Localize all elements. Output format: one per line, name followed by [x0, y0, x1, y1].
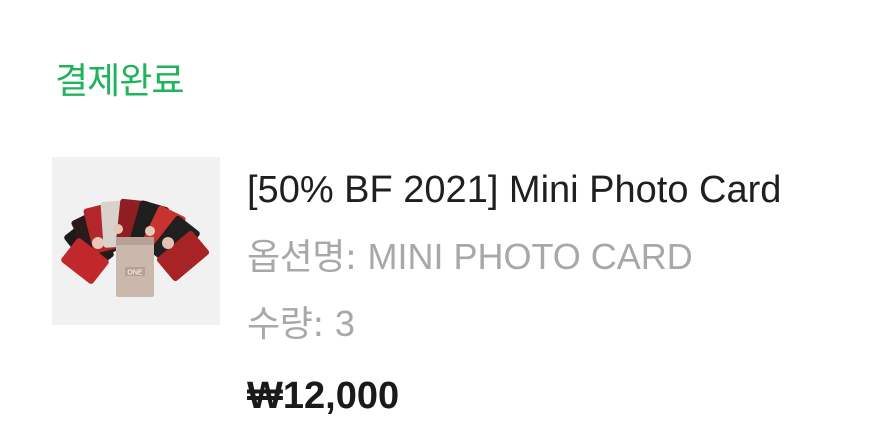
order-item-details: [50% BF 2021] Mini Photo Card 옵션명: MINI … [247, 167, 781, 419]
option-value: MINI PHOTO CARD [367, 236, 693, 277]
order-status: 결제완료 [55, 61, 184, 102]
item-price: ₩12,000 [247, 375, 400, 417]
option-row: 옵션명: MINI PHOTO CARD [247, 235, 781, 280]
photo-card-image-icon: ONE [61, 198, 210, 297]
quantity-value: 3 [334, 303, 355, 344]
quantity-row: 수량: 3 [247, 302, 781, 347]
order-page: 결제완료 ONE [50% BF 2021] Mini Photo Card 옵… [0, 0, 880, 447]
product-name[interactable]: [50% BF 2021] Mini Photo Card [247, 167, 781, 213]
package-label: ONE [127, 270, 143, 277]
option-label: 옵션명: [247, 237, 357, 278]
quantity-label: 수량: [247, 304, 324, 345]
product-thumbnail[interactable]: ONE [52, 157, 220, 325]
